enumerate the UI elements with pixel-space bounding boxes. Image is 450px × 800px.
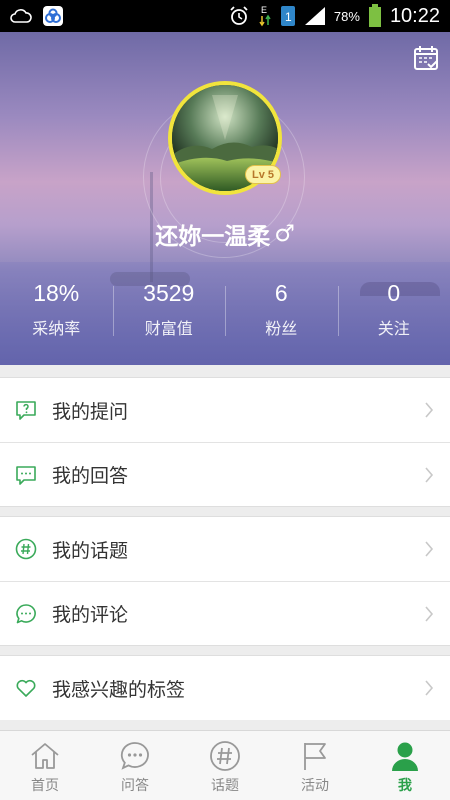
svg-text:E: E xyxy=(261,5,267,15)
bottom-tab-bar: 首页 问答 话题 活动 我 xyxy=(0,730,450,800)
menu-group-qa: 我的提问 我的回答 xyxy=(0,377,450,507)
level-badge: Lv 5 xyxy=(245,165,281,184)
stat-label: 粉丝 xyxy=(265,319,298,338)
hashtag-icon xyxy=(209,740,241,772)
svg-text:1: 1 xyxy=(285,10,292,24)
menu-item-my-questions[interactable]: 我的提问 xyxy=(0,378,450,442)
menu-label: 我感兴趣的标签 xyxy=(52,678,186,701)
menu-item-interested-tags[interactable]: 我感兴趣的标签 xyxy=(0,656,450,720)
stat-fans[interactable]: 6 粉丝 xyxy=(225,280,338,340)
calendar-check-icon[interactable] xyxy=(412,44,440,72)
stat-label: 财富值 xyxy=(144,319,193,338)
battery-percent: 78% xyxy=(333,8,360,24)
tab-label: 活动 xyxy=(301,778,329,794)
menu-label: 我的提问 xyxy=(52,400,129,423)
data-arrows-icon: E xyxy=(258,4,272,28)
comment-bubble-icon xyxy=(15,603,37,625)
tab-qa[interactable]: 问答 xyxy=(90,731,180,800)
menu-item-my-comments[interactable]: 我的评论 xyxy=(0,581,450,645)
stat-value: 0 xyxy=(387,280,401,306)
tab-label: 话题 xyxy=(211,778,239,794)
menu-label: 我的回答 xyxy=(52,465,129,487)
tab-topics[interactable]: 话题 xyxy=(180,731,270,800)
chevron-right-icon xyxy=(425,680,434,696)
chevron-right-icon xyxy=(425,467,434,483)
tab-label: 我 xyxy=(398,778,412,794)
status-bar: E 1 78% 10:22 xyxy=(0,0,450,32)
cloud-icon xyxy=(10,8,32,24)
alarm-icon xyxy=(228,5,250,27)
tab-activities[interactable]: 活动 xyxy=(270,731,360,800)
stat-wealth[interactable]: 3529 财富值 xyxy=(112,280,226,340)
tab-me[interactable]: 我 xyxy=(360,731,450,800)
question-bubble-icon xyxy=(15,399,37,421)
stat-value: 18% xyxy=(33,280,80,306)
flag-icon xyxy=(299,740,331,772)
stat-label: 采纳率 xyxy=(32,319,81,338)
menu-item-my-answers[interactable]: 我的回答 xyxy=(0,442,450,506)
signal-icon xyxy=(304,6,326,26)
hashtag-circle-icon xyxy=(15,538,37,560)
menu-group-topics: 我的话题 我的评论 xyxy=(0,516,450,646)
tab-label: 首页 xyxy=(31,778,59,794)
battery-icon xyxy=(368,4,382,28)
chevron-right-icon xyxy=(425,402,434,418)
home-icon xyxy=(29,740,61,772)
tab-label: 问答 xyxy=(121,778,149,794)
tab-home[interactable]: 首页 xyxy=(0,731,90,800)
person-icon xyxy=(389,740,421,772)
chevron-right-icon xyxy=(425,541,434,557)
stat-value: 6 xyxy=(274,280,288,306)
menu-label: 我的评论 xyxy=(52,604,129,626)
stat-adoption-rate[interactable]: 18% 采纳率 xyxy=(0,280,113,340)
stat-following[interactable]: 0 关注 xyxy=(337,280,450,340)
heart-icon xyxy=(15,677,37,699)
stats-row: 18% 采纳率 3529 财富值 6 粉丝 0 关注 xyxy=(0,280,450,340)
stat-value: 3529 xyxy=(143,280,195,306)
menu-item-my-topics[interactable]: 我的话题 xyxy=(0,517,450,581)
chat-dots-icon xyxy=(119,740,151,772)
menu-group-tags: 我感兴趣的标签 xyxy=(0,655,450,720)
baidu-cloud-icon xyxy=(42,5,64,27)
username-row: 还妳一温柔 ♂ xyxy=(0,217,450,251)
clock: 10:22 xyxy=(389,4,440,27)
chevron-right-icon xyxy=(425,606,434,622)
menu-label: 我的话题 xyxy=(52,539,129,562)
stat-label: 关注 xyxy=(377,319,410,338)
username: 还妳一温柔 xyxy=(155,224,271,250)
answer-bubble-icon xyxy=(15,464,37,486)
profile-header: Lv 5 还妳一温柔 ♂ 18% 采纳率 3529 财富值 6 粉丝 0 关注 xyxy=(0,32,450,365)
male-gender-icon: ♂ xyxy=(274,221,295,247)
sim-icon: 1 xyxy=(280,5,296,27)
